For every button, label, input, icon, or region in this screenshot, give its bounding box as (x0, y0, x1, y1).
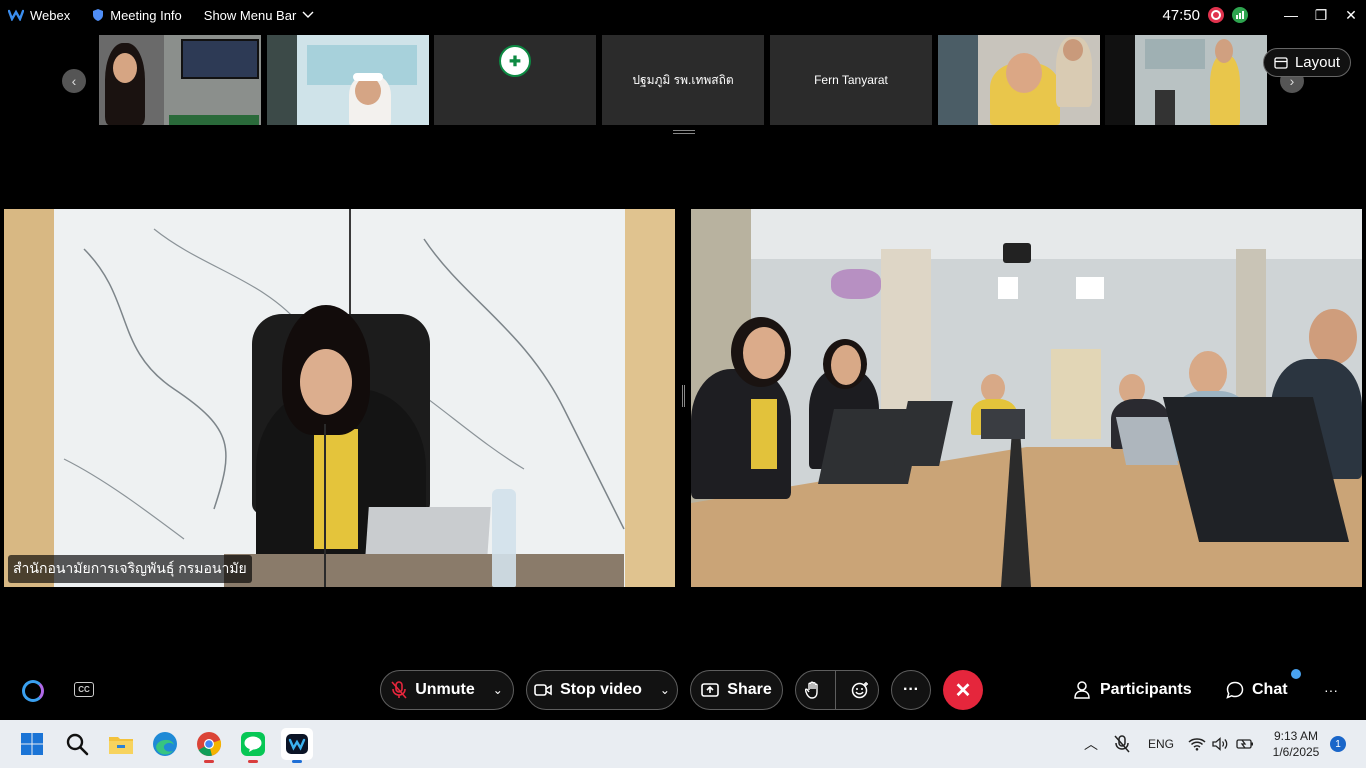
participant-thumbnail[interactable] (938, 35, 1100, 125)
speaker-name-label: สำนักอนามัยการเจริญพันธุ์ กรมอนามัย (8, 555, 252, 583)
battery-icon[interactable] (1236, 738, 1254, 750)
chat-label: Chat (1252, 681, 1288, 698)
department-of-health-logo-icon: ✚ (499, 45, 531, 77)
line-app-icon[interactable] (237, 728, 269, 763)
participant-thumbnail[interactable] (1105, 35, 1267, 125)
notification-badge[interactable]: 1 (1330, 736, 1346, 752)
microphone-muted-icon (391, 681, 407, 699)
person-icon (1074, 681, 1090, 699)
edge-browser-icon[interactable] (149, 728, 181, 760)
wifi-icon[interactable] (1188, 737, 1206, 751)
webex-logo-icon (8, 9, 24, 21)
close-button[interactable]: ✕ (1336, 0, 1366, 30)
emoji-reaction-icon[interactable] (851, 681, 869, 699)
speaker-volume-icon[interactable] (1212, 737, 1230, 751)
participants-label: Participants (1100, 681, 1192, 698)
recording-icon[interactable] (1208, 7, 1224, 23)
network-stats-icon[interactable] (1232, 7, 1248, 23)
share-button[interactable]: Share (690, 670, 783, 710)
webex-meeting-window: Webex Meeting Info Show Menu Bar 47:50 —… (0, 0, 1366, 768)
participant-thumbnail[interactable]: ✚ (434, 35, 596, 125)
restore-button[interactable]: ❐ (1306, 0, 1336, 30)
video-camera-icon (534, 684, 552, 696)
minimize-button[interactable]: — (1276, 0, 1306, 30)
stop-video-label: Stop video (560, 681, 642, 698)
webex-taskbar-icon[interactable] (281, 728, 313, 763)
closed-captions-icon[interactable]: CC (74, 682, 94, 697)
participant-name: Fern Tanyarat (814, 73, 888, 87)
language-indicator[interactable]: ENG (1148, 737, 1174, 751)
chevron-up-icon[interactable]: ︿ (1084, 734, 1098, 754)
stop-video-button[interactable]: Stop video ⌄ (526, 670, 678, 710)
participant-thumbnail[interactable]: ปฐมภูมิ รพ.เทพสถิต (602, 35, 764, 125)
participants-button[interactable]: Participants (1074, 670, 1192, 710)
video-split-handle[interactable] (682, 385, 685, 407)
participant-thumbnail[interactable]: Fern Tanyarat (770, 35, 932, 125)
layout-icon (1274, 56, 1288, 69)
app-name: Webex (30, 7, 71, 23)
share-label: Share (727, 681, 772, 698)
webex-app-menu[interactable]: Webex (8, 8, 70, 23)
chat-button[interactable]: Chat (1226, 670, 1288, 710)
chevron-down-icon[interactable]: ⌄ (493, 683, 503, 697)
microphone-muted-icon[interactable] (1114, 735, 1130, 753)
participant-thumbnail[interactable] (99, 35, 261, 125)
system-tray: ︿ ENG (1084, 720, 1254, 768)
participant-thumbnail[interactable] (267, 35, 429, 125)
chat-unread-badge (1291, 669, 1301, 679)
reactions-group (795, 670, 879, 710)
windows-start-icon[interactable] (16, 728, 48, 760)
layout-button[interactable]: Layout (1262, 48, 1351, 77)
meeting-control-bar: CC Unmute ⌄ Stop video ⌄ Share ··· ✕ Par… (0, 668, 1366, 712)
share-screen-icon (701, 683, 720, 697)
unmute-label: Unmute (415, 681, 475, 698)
participant-name: ปฐมภูมิ รพ.เทพสถิต (632, 72, 734, 87)
chrome-browser-icon[interactable] (193, 728, 225, 763)
chevron-down-icon (302, 11, 314, 18)
shield-icon (93, 9, 104, 21)
end-meeting-button[interactable]: ✕ (943, 670, 983, 710)
windows-taskbar: ︿ ENG 9:13 AM 1/6/2025 1 (0, 720, 1366, 768)
meeting-info-label: Meeting Info (110, 7, 182, 23)
chat-bubble-icon (1226, 681, 1244, 699)
title-bar: Webex Meeting Info Show Menu Bar 47:50 —… (0, 0, 1366, 30)
participant-filmstrip: ✚ ปฐมภูมิ รพ.เทพสถิต Fern Tanyarat ‹ › L… (0, 35, 1366, 127)
main-video-speaker[interactable]: สำนักอนามัยการเจริญพันธุ์ กรมอนามัย (4, 209, 675, 587)
show-menu-bar-label: Show Menu Bar (203, 7, 297, 23)
chevron-down-icon[interactable]: ⌄ (660, 683, 670, 697)
clock-date: 1/6/2025 (1272, 745, 1320, 759)
more-options-button[interactable]: ··· (891, 670, 931, 710)
raise-hand-icon[interactable] (805, 681, 821, 699)
overflow-menu-button[interactable]: ··· (1324, 670, 1338, 710)
show-menu-bar-button[interactable]: Show Menu Bar (204, 8, 315, 23)
file-explorer-icon[interactable] (105, 728, 137, 760)
meeting-info-button[interactable]: Meeting Info (92, 8, 182, 23)
clock-time: 9:13 AM (1273, 729, 1319, 743)
unmute-button[interactable]: Unmute ⌄ (380, 670, 514, 710)
taskbar-clock[interactable]: 9:13 AM 1/6/2025 (1268, 728, 1324, 760)
main-video-meeting-room[interactable] (691, 209, 1362, 587)
filmstrip-resize-handle[interactable] (673, 130, 695, 134)
search-icon[interactable] (61, 728, 93, 760)
layout-label: Layout (1294, 54, 1340, 71)
filmstrip-prev-button[interactable]: ‹ (62, 69, 86, 93)
webex-ai-assistant-icon[interactable] (22, 680, 44, 702)
meeting-timer: 47:50 (1162, 6, 1200, 24)
